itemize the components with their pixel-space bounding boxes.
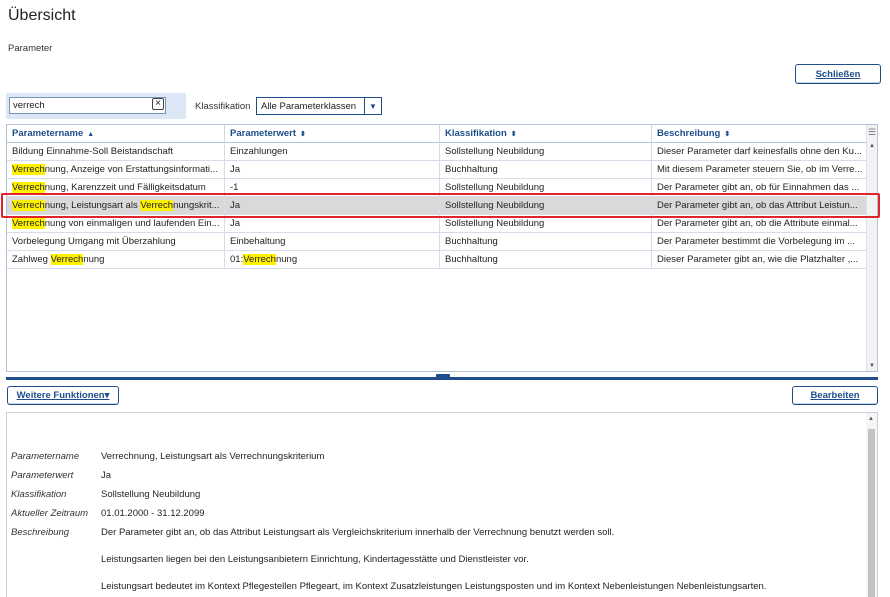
close-button[interactable]: Schließen <box>795 64 881 84</box>
table-body: Bildung Einnahme-Soll Beistandschaft Einz… <box>7 143 867 269</box>
classification-select-value: Alle Parameterklassen <box>261 100 357 112</box>
sort-ascending-icon: ▲ <box>87 131 95 138</box>
table-cell-value: Einbehaltung <box>225 233 440 251</box>
search-input[interactable] <box>9 97 166 114</box>
table-cell-classification: Sollstellung Neubildung <box>440 215 652 233</box>
scroll-up-icon[interactable]: ▲ <box>868 416 874 422</box>
table-row[interactable]: Verrechnung, Anzeige von Erstattungsinfo… <box>7 161 867 179</box>
table-row[interactable]: Zahlweg Verrechnung 01:Verrechnung Buchhal… <box>7 251 867 269</box>
clear-icon[interactable]: × <box>152 98 164 110</box>
chevron-down-icon[interactable]: ▼ <box>364 98 381 114</box>
sort-icon: ⬍ <box>300 131 306 138</box>
table-cell-classification: Sollstellung Neubildung <box>440 179 652 197</box>
table-cell-description: Dieser Parameter darf keinesfalls ohne d… <box>652 143 867 161</box>
table-cell-value: 01:Verrechnung <box>225 251 440 269</box>
table-row[interactable]: Verrechnung von einmaligen und laufenden… <box>7 215 867 233</box>
table-cell-description: Der Parameter gibt an, ob die Attribute … <box>652 215 867 233</box>
page-title: Übersicht <box>8 7 76 24</box>
table-cell-classification: Buchhaltung <box>440 251 652 269</box>
scroll-down-icon[interactable]: ▼ <box>869 363 875 369</box>
table-cell-value: -1 <box>225 179 440 197</box>
table-cell-description: Mit diesem Parameter steuern Sie, ob im … <box>652 161 867 179</box>
table-cell-description: Dieser Parameter gibt an, wie die Platzh… <box>652 251 867 269</box>
classification-select[interactable]: Alle Parameterklassen ▼ <box>256 97 382 115</box>
sort-icon: ⬍ <box>724 131 731 138</box>
column-header-klassifikation[interactable]: Klassifikation ⬍ <box>440 125 652 143</box>
table-cell-name: Verrechnung, Karenzzeit und Fälligkeitsd… <box>7 179 225 197</box>
filter-bar: × <box>6 93 186 119</box>
table-cell-name: Verrechnung, Anzeige von Erstattungsinfo… <box>7 161 225 179</box>
edit-button[interactable]: Bearbeiten <box>792 386 878 405</box>
table-cell-classification: Buchhaltung <box>440 233 652 251</box>
table-row[interactable]: Verrechnung, Karenzzeit und Fälligkeitsd… <box>7 179 867 197</box>
table-cell-value: Einzahlungen <box>225 143 440 161</box>
table-cell-value: Ja <box>225 197 440 215</box>
table-row[interactable]: Bildung Einnahme-Soll Beistandschaft Einz… <box>7 143 867 161</box>
table-cell-classification: Buchhaltung <box>440 161 652 179</box>
table-cell-description: Der Parameter bestimmt die Vorbelegung i… <box>652 233 867 251</box>
table-scrollbar[interactable]: ☰ ▲ ▼ <box>866 125 877 371</box>
column-header-beschreibung[interactable]: Beschreibung ⬍ <box>652 125 867 143</box>
table-cell-name: Verrechnung von einmaligen und laufenden… <box>7 215 225 233</box>
classification-label: Klassifikation <box>195 101 251 112</box>
table-header: Parametername ▲ Parameterwert ⬍ Klassifika… <box>7 125 867 143</box>
table-cell-description: Der Parameter gibt an, ob für Einnahmen … <box>652 179 867 197</box>
table-row[interactable]: Verrechnung, Leistungsart als Verrechnun… <box>7 197 867 215</box>
scrollbar-thumb[interactable] <box>868 429 875 597</box>
table-cell-name: Zahlweg Verrechnung <box>7 251 225 269</box>
table-cell-name: Bildung Einnahme-Soll Beistandschaft <box>7 143 225 161</box>
table-cell-value: Ja <box>225 215 440 233</box>
section-label: Parameter <box>8 43 53 54</box>
splitter-handle[interactable] <box>436 374 450 378</box>
table-cell-name: Vorbelegung Umgang mit Überzahlung <box>7 233 225 251</box>
table-cell-classification: Sollstellung Neubildung <box>440 143 652 161</box>
column-chooser-icon[interactable]: ☰ <box>868 127 876 138</box>
parameter-table: Parametername ▲ Parameterwert ⬍ Klassifika… <box>6 124 878 372</box>
scroll-up-icon[interactable]: ▲ <box>869 143 875 149</box>
table-cell-value: Ja <box>225 161 440 179</box>
table-cell-name: Verrechnung, Leistungsart als Verrechnun… <box>7 197 225 215</box>
column-header-parameterwert[interactable]: Parameterwert ⬍ <box>225 125 440 143</box>
table-cell-description: Der Parameter gibt an, ob das Attribut L… <box>652 197 867 215</box>
more-functions-button[interactable]: Weitere Funktionen▾ <box>7 386 119 405</box>
detail-panel: Parametername Verrechnung, Leistungsart a… <box>6 412 878 597</box>
table-cell-classification: Sollstellung Neubildung <box>440 197 652 215</box>
table-row[interactable]: Vorbelegung Umgang mit Überzahlung Einbeh… <box>7 233 867 251</box>
column-header-parametername[interactable]: Parametername ▲ <box>7 125 225 143</box>
sort-icon: ⬍ <box>510 131 517 138</box>
detail-scrollbar[interactable]: ▲ <box>866 413 877 597</box>
